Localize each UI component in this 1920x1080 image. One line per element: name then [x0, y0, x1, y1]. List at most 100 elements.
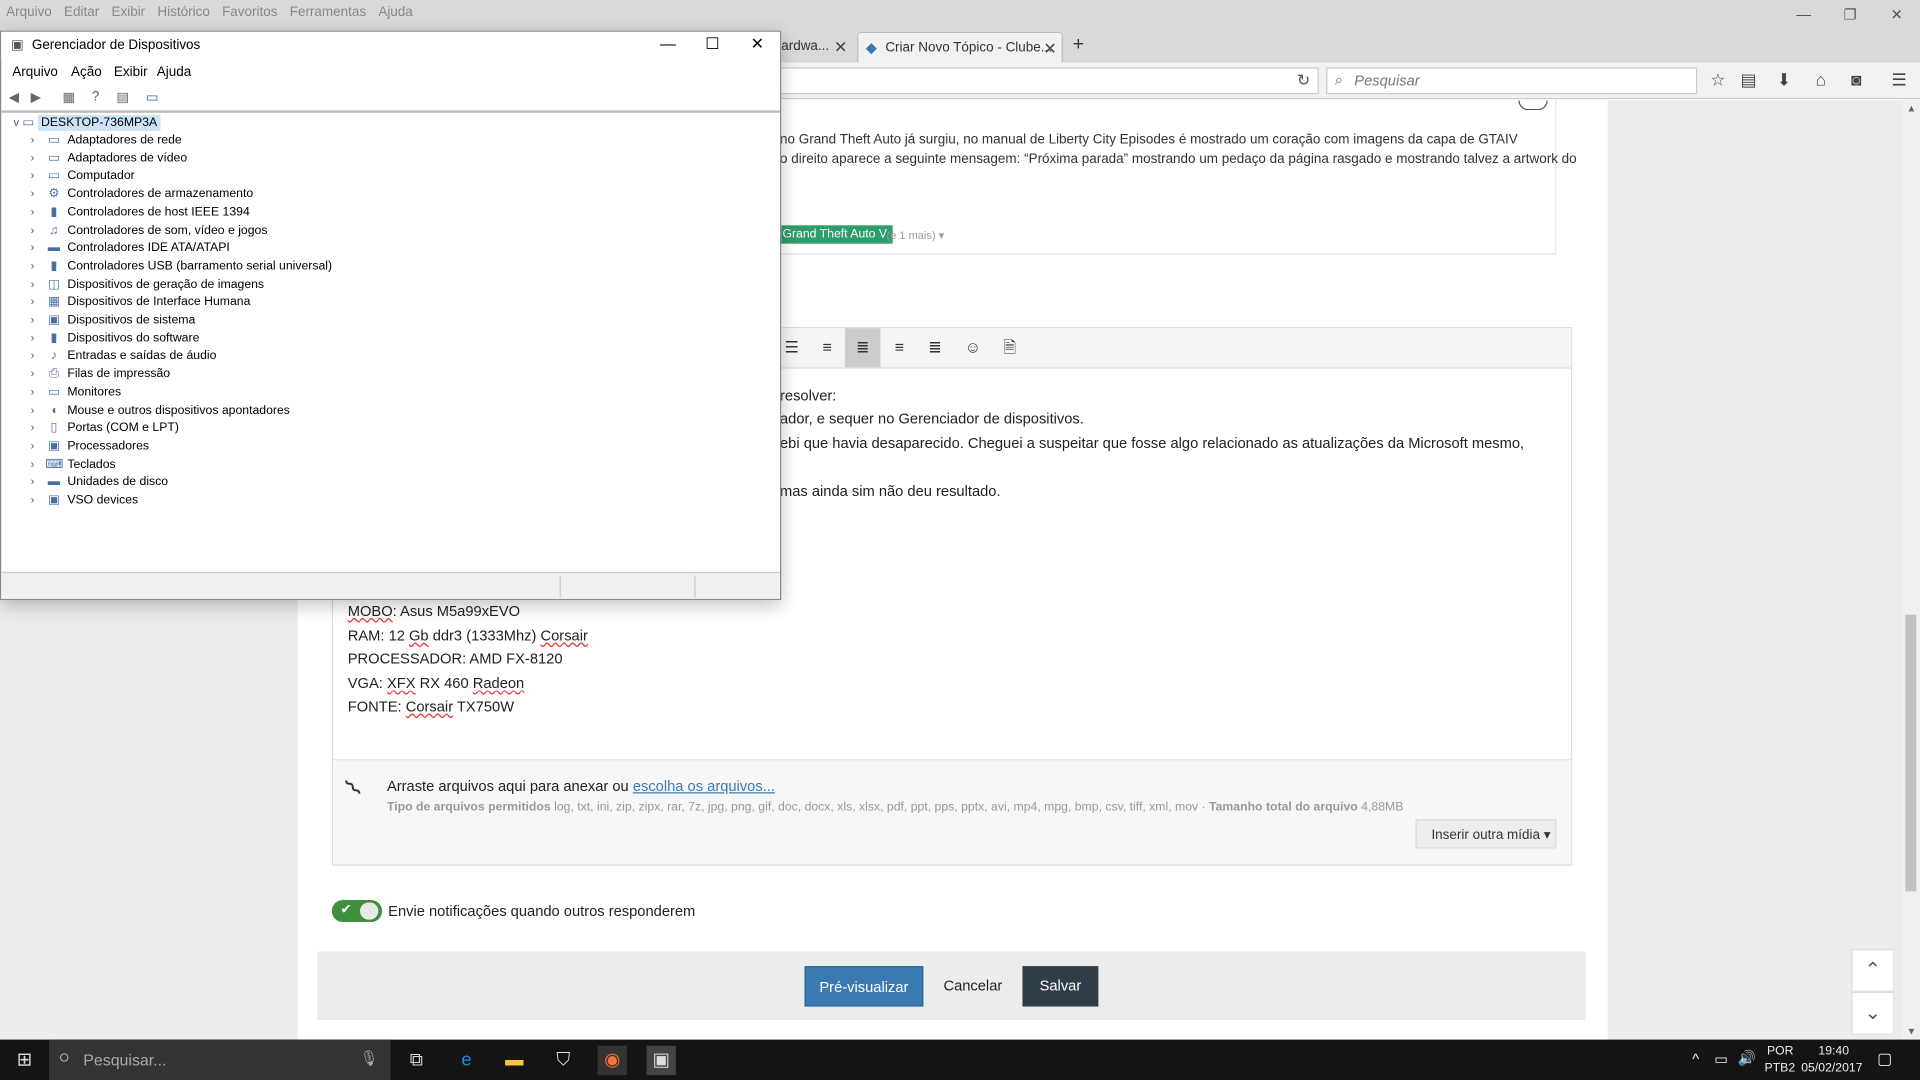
- new-tab-icon[interactable]: +: [1073, 34, 1084, 56]
- dm-close-icon[interactable]: ✕: [751, 34, 764, 54]
- expand-chevron-icon[interactable]: ›: [31, 385, 35, 397]
- dm-menu-exibir[interactable]: Exibir: [114, 65, 148, 80]
- menu-exibir[interactable]: Exibir: [105, 0, 151, 20]
- dm-menu-arquivo[interactable]: Arquivo: [12, 65, 58, 80]
- notification-center-icon[interactable]: ▢: [1877, 1049, 1892, 1069]
- download-icon[interactable]: ⬇: [1772, 70, 1796, 91]
- expand-chevron-icon[interactable]: ›: [31, 421, 35, 433]
- expand-chevron-icon[interactable]: ›: [31, 313, 35, 325]
- edge-browser-icon[interactable]: e: [452, 1046, 481, 1075]
- menu-historico[interactable]: Histórico: [151, 0, 216, 20]
- close-icon[interactable]: ✕: [1876, 0, 1918, 29]
- preview-button[interactable]: Pré-visualizar: [804, 966, 924, 1007]
- task-view-icon[interactable]: ⧉: [402, 1046, 431, 1075]
- expand-chevron-icon[interactable]: ›: [31, 241, 35, 253]
- expand-chevron-icon[interactable]: ›: [31, 205, 35, 217]
- store-icon[interactable]: ⛉: [549, 1046, 578, 1075]
- scan-hardware-icon[interactable]: ▭: [146, 89, 159, 106]
- minimize-icon[interactable]: —: [1783, 0, 1825, 29]
- bookmark-star-icon[interactable]: ☆: [1706, 70, 1730, 91]
- page-scrollbar[interactable]: ▲ ▼: [1901, 100, 1920, 1040]
- expand-chevron-icon[interactable]: ›: [31, 187, 35, 199]
- expand-chevron-icon[interactable]: ›: [31, 493, 35, 505]
- scroll-up-icon[interactable]: ⌃: [1851, 948, 1895, 992]
- menu-ferramentas[interactable]: Ferramentas: [284, 0, 373, 20]
- home-icon[interactable]: ⌂: [1809, 70, 1833, 90]
- expand-chevron-icon[interactable]: ›: [31, 349, 35, 361]
- expand-chevron-icon[interactable]: ›: [31, 151, 35, 163]
- spec-vga-xfx: XFX: [386, 674, 416, 692]
- clock-time[interactable]: 19:40: [1818, 1044, 1849, 1057]
- menu-arquivo[interactable]: Arquivo: [0, 0, 58, 20]
- numbered-list-icon[interactable]: ≡: [809, 328, 845, 367]
- preview-doc-icon[interactable]: 🗎: [992, 328, 1028, 367]
- hamburger-menu-icon[interactable]: ☰: [1887, 70, 1911, 91]
- restore-icon[interactable]: ❐: [1829, 0, 1871, 29]
- scroll-arrow-down-icon[interactable]: ▼: [1907, 1026, 1917, 1037]
- save-button[interactable]: Salvar: [1022, 966, 1099, 1007]
- properties-sheet-icon[interactable]: ▦: [62, 89, 75, 106]
- language-top[interactable]: POR: [1767, 1044, 1794, 1057]
- dm-menu-acao[interactable]: Ação: [71, 65, 102, 80]
- dm-minimize-icon[interactable]: —: [660, 34, 676, 52]
- emoji-icon[interactable]: ☺: [955, 328, 991, 367]
- file-explorer-icon[interactable]: ▬: [500, 1046, 529, 1075]
- network-icon[interactable]: ▭: [1714, 1051, 1728, 1068]
- reload-icon[interactable]: ↻: [1297, 71, 1310, 91]
- expand-chevron-icon[interactable]: ›: [31, 169, 35, 181]
- align-right-icon[interactable]: ≣: [917, 328, 953, 367]
- help-icon[interactable]: ?: [92, 89, 100, 104]
- dm-maximize-icon[interactable]: ☐: [705, 34, 719, 54]
- forward-arrow-icon[interactable]: ▶: [31, 89, 41, 106]
- tab-criar-topico[interactable]: ◆ Criar Novo Tópico - Clube... ✕: [857, 31, 1063, 63]
- dm-menu-ajuda[interactable]: Ajuda: [157, 65, 191, 80]
- expand-chevron-icon[interactable]: ›: [31, 457, 35, 469]
- volume-icon[interactable]: 🔊: [1738, 1049, 1756, 1066]
- firefox-taskbar-icon[interactable]: ◉: [597, 1045, 627, 1076]
- notify-toggle[interactable]: ✔: [331, 900, 383, 923]
- attachment-area[interactable]: ⌇ Arraste arquivos aqui para anexar ou e…: [333, 759, 1572, 865]
- tag-more[interactable]: (e 1 mais) ▾: [887, 229, 945, 242]
- scrollbar-thumb[interactable]: [1905, 614, 1917, 892]
- dm-titlebar[interactable]: ▣ Gerenciador de Dispositivos — ☐ ✕: [1, 31, 781, 59]
- taskbar-search[interactable]: ○ Pesquisar... 🎙: [48, 1039, 391, 1080]
- view-grid-icon[interactable]: ▤: [116, 89, 129, 106]
- clock-date[interactable]: 05/02/2017: [1801, 1062, 1862, 1075]
- menu-editar[interactable]: Editar: [58, 0, 105, 20]
- windows-start-icon[interactable]: ⊞: [10, 1046, 39, 1075]
- tree-root[interactable]: v ▭ DESKTOP-736MP3A: [13, 115, 161, 132]
- expand-chevron-icon[interactable]: ›: [31, 223, 35, 235]
- expand-chevron-icon[interactable]: ›: [31, 403, 35, 415]
- menu-favoritos[interactable]: Favoritos: [216, 0, 284, 20]
- align-left-icon[interactable]: ≣: [844, 328, 881, 368]
- scroll-down-icon[interactable]: ⌄: [1851, 991, 1895, 1035]
- expand-chevron-icon[interactable]: ›: [31, 295, 35, 307]
- microphone-icon[interactable]: 🎙: [360, 1049, 379, 1066]
- tab-label: Criar Novo Tópico - Clube...: [885, 40, 1052, 56]
- expand-chevron-icon[interactable]: ›: [31, 331, 35, 343]
- close-tab-icon[interactable]: ✕: [834, 38, 847, 58]
- expand-chevron-icon[interactable]: ›: [31, 133, 35, 145]
- expand-chevron-icon[interactable]: ›: [31, 439, 35, 451]
- back-arrow-icon[interactable]: ◀: [9, 89, 19, 106]
- cancel-button[interactable]: Cancelar: [934, 966, 1011, 1006]
- scroll-arrow-up-icon[interactable]: ▲: [1907, 103, 1917, 114]
- pocket-icon[interactable]: ◙: [1844, 70, 1868, 90]
- close-tab-icon[interactable]: ✕: [1043, 39, 1056, 59]
- tray-chevron-icon[interactable]: ^: [1692, 1051, 1699, 1068]
- expand-chevron-icon[interactable]: ›: [31, 259, 35, 271]
- expand-chevron-icon[interactable]: ›: [31, 367, 35, 379]
- device-manager-taskbar-icon[interactable]: ▣: [646, 1045, 676, 1076]
- search-input[interactable]: ⌕ Pesquisar: [1326, 67, 1698, 95]
- insert-media-button[interactable]: Inserir outra mídia ▾: [1415, 819, 1557, 849]
- expand-chevron-icon[interactable]: ›: [31, 277, 35, 289]
- choose-files-link[interactable]: escolha os arquivos...: [633, 778, 775, 795]
- expand-chevron-icon[interactable]: ›: [31, 475, 35, 487]
- menu-ajuda[interactable]: Ajuda: [372, 0, 419, 20]
- tab-hardware[interactable]: ardwa... ✕: [771, 32, 852, 63]
- collapse-chevron-icon[interactable]: v: [13, 116, 19, 128]
- reading-list-icon[interactable]: ▤: [1736, 70, 1760, 91]
- align-center-icon[interactable]: ≡: [882, 328, 918, 367]
- tag-badge[interactable]: Grand Theft Auto V: [776, 225, 894, 244]
- language-bottom[interactable]: PTB2: [1765, 1062, 1796, 1075]
